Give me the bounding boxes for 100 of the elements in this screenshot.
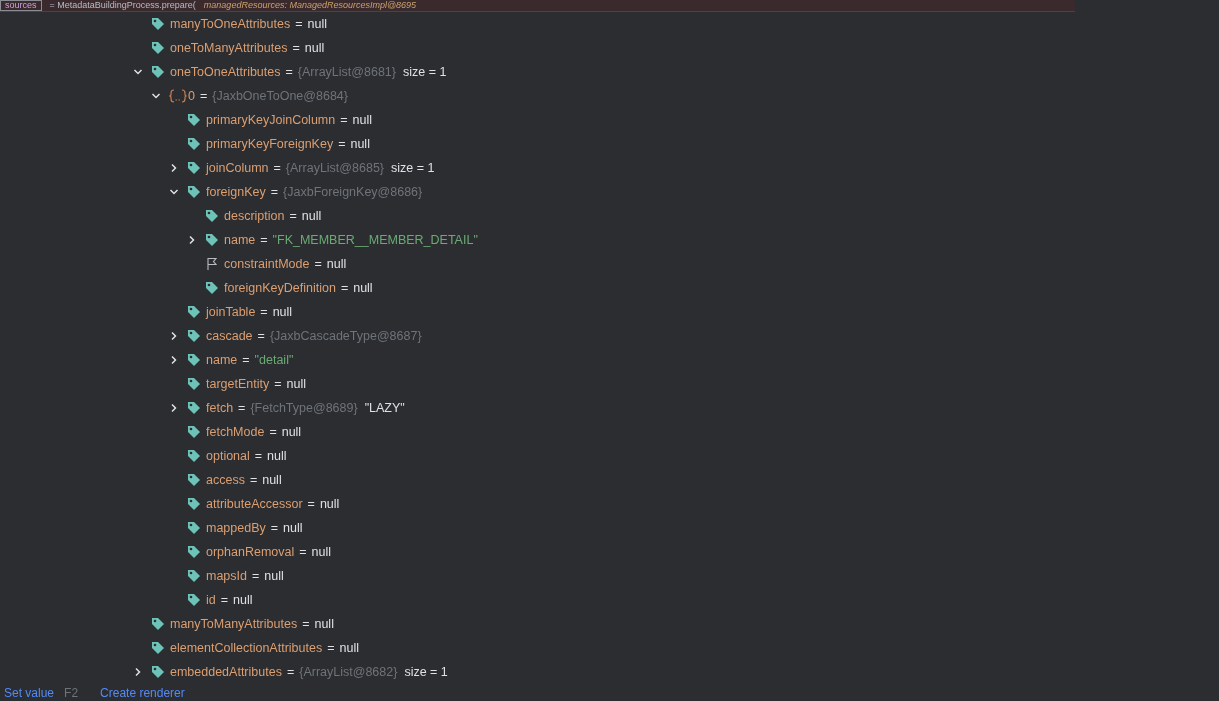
field-name: name (224, 233, 256, 247)
tag-icon (187, 545, 201, 559)
equals-sign: = (249, 473, 258, 487)
field-name: foreignKey (206, 185, 266, 199)
equals-sign: = (260, 233, 268, 247)
tag-icon (151, 641, 165, 655)
equals-sign: = (270, 521, 279, 535)
tag-icon (151, 17, 165, 31)
field-name: name (206, 353, 238, 367)
object-reference: {JaxbCascadeType@8687} (269, 329, 422, 343)
equals-sign: = (340, 281, 349, 295)
field-name: joinTable (206, 305, 256, 319)
tag-icon (187, 401, 201, 415)
expression-text: = MetadataBuildingProcess.prepare( (49, 0, 196, 11)
field-name: orphanRemoval (206, 545, 295, 559)
field-name: manyToOneAttributes (170, 17, 291, 31)
equals-sign: = (292, 41, 300, 55)
object-reference: {JaxbOneToOne@8684} (212, 89, 348, 103)
tag-icon (151, 65, 165, 79)
field-name: cascade (206, 329, 253, 343)
tag-icon (187, 425, 201, 439)
parameter-hint: managedResources: ManagedResourcesImpl@8695 (203, 0, 417, 11)
equals-sign: = (254, 449, 263, 463)
equals-sign: = (270, 185, 279, 199)
field-name: embeddedAttributes (170, 665, 282, 679)
string-value: "detail" (254, 353, 294, 367)
field-name: id (206, 593, 216, 607)
tag-icon (187, 185, 201, 199)
field-value: null (311, 545, 332, 559)
field-value: size = 1 (404, 665, 448, 679)
equals-sign: = (273, 161, 281, 175)
tag-icon (205, 233, 219, 247)
equals-sign: = (257, 329, 265, 343)
tag-icon (187, 473, 201, 487)
field-value: null (326, 257, 347, 271)
field-name: mapsId (206, 569, 247, 583)
field-value: null (262, 473, 282, 487)
equals-sign: = (220, 593, 229, 607)
field-name: attributeAccessor (206, 497, 303, 511)
braces-icon (169, 89, 187, 103)
tag-icon (151, 41, 165, 55)
field-value: null (272, 305, 293, 319)
tag-icon (187, 353, 201, 367)
field-value: null (314, 617, 334, 631)
field-name: fetch (206, 401, 234, 415)
field-value: size = 1 (391, 161, 435, 175)
field-name: 0 (188, 89, 195, 103)
equals-sign: = (338, 137, 346, 151)
string-value: "FK_MEMBER__MEMBER_DETAIL" (272, 233, 478, 247)
field-name: targetEntity (206, 377, 270, 391)
equals-sign: = (286, 665, 295, 679)
object-reference: {ArrayList@8682} (299, 665, 398, 679)
equals-sign: = (274, 377, 282, 391)
object-reference: {FetchType@8689} (250, 401, 358, 415)
field-value: null (267, 449, 287, 463)
field-value: null (264, 569, 284, 583)
equals-sign: = (285, 65, 293, 79)
equals-sign: = (242, 353, 250, 367)
tag-icon (187, 305, 201, 319)
tag-icon (187, 137, 201, 151)
tag-icon (187, 521, 201, 535)
equals-sign: = (314, 257, 322, 271)
field-name: oneToOneAttributes (170, 65, 281, 79)
field-name: joinColumn (206, 161, 269, 175)
shortcut-hint: F2 (64, 685, 79, 700)
field-value: null (319, 497, 340, 511)
field-value: null (339, 641, 359, 655)
object-reference: {ArrayList@8685} (285, 161, 384, 175)
field-value: null (233, 593, 253, 607)
create-renderer-link[interactable]: Create renderer (100, 685, 185, 700)
field-name: foreignKeyDefinition (224, 281, 336, 295)
tag-icon (205, 281, 219, 295)
field-value: null (350, 137, 370, 151)
field-value: null (304, 41, 325, 55)
equals-sign: = (327, 641, 335, 655)
field-value: null (307, 17, 327, 31)
field-value: null (353, 281, 373, 295)
field-value: size = 1 (403, 65, 447, 79)
tag-icon (187, 161, 201, 175)
field-name: access (206, 473, 245, 487)
equals-sign: = (199, 89, 208, 103)
field-value: null (283, 521, 303, 535)
equals-sign: = (238, 401, 246, 415)
field-name: constraintMode (224, 257, 310, 271)
equals-sign: = (302, 617, 310, 631)
field-value: null (352, 113, 372, 127)
tag-icon (187, 377, 201, 391)
set-value-link[interactable]: Set value (4, 685, 55, 700)
field-name: manyToManyAttributes (170, 617, 298, 631)
tag-icon (187, 497, 201, 511)
field-name: primaryKeyJoinColumn (206, 113, 336, 127)
object-reference: {ArrayList@8681} (297, 65, 396, 79)
equals-sign: = (269, 425, 277, 439)
equals-sign: = (340, 113, 348, 127)
tag-icon (187, 449, 201, 463)
field-value: null (281, 425, 302, 439)
tag-icon (187, 569, 201, 583)
field-name: fetchMode (206, 425, 265, 439)
equals-sign: = (260, 305, 268, 319)
tag-icon (187, 593, 201, 607)
